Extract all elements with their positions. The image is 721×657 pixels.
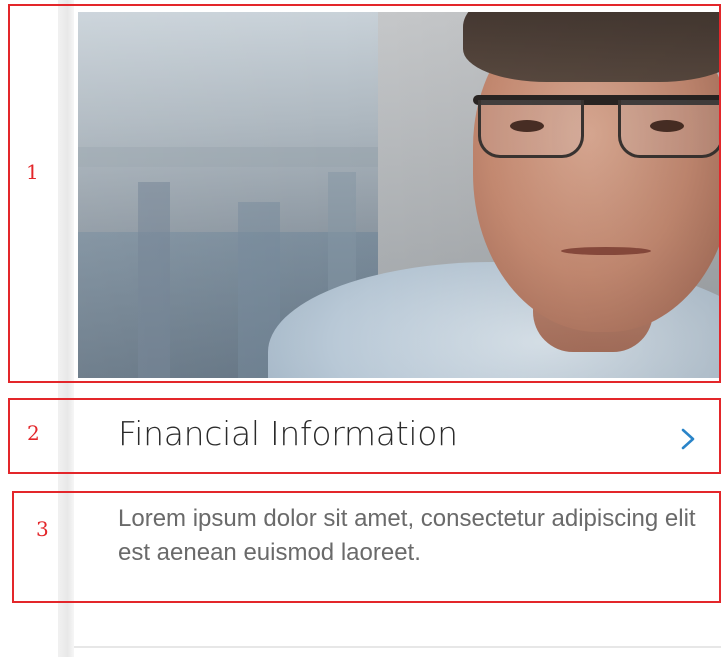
annotation-label: 3 (36, 517, 49, 541)
annotation-label: 1 (26, 160, 39, 184)
annotation-label: 2 (27, 421, 40, 445)
annotation-box-title (8, 398, 721, 474)
stage: Financial Information Lorem ipsum dolor … (0, 0, 721, 657)
annotation-box-image (8, 4, 721, 383)
annotation-box-description (12, 491, 721, 603)
